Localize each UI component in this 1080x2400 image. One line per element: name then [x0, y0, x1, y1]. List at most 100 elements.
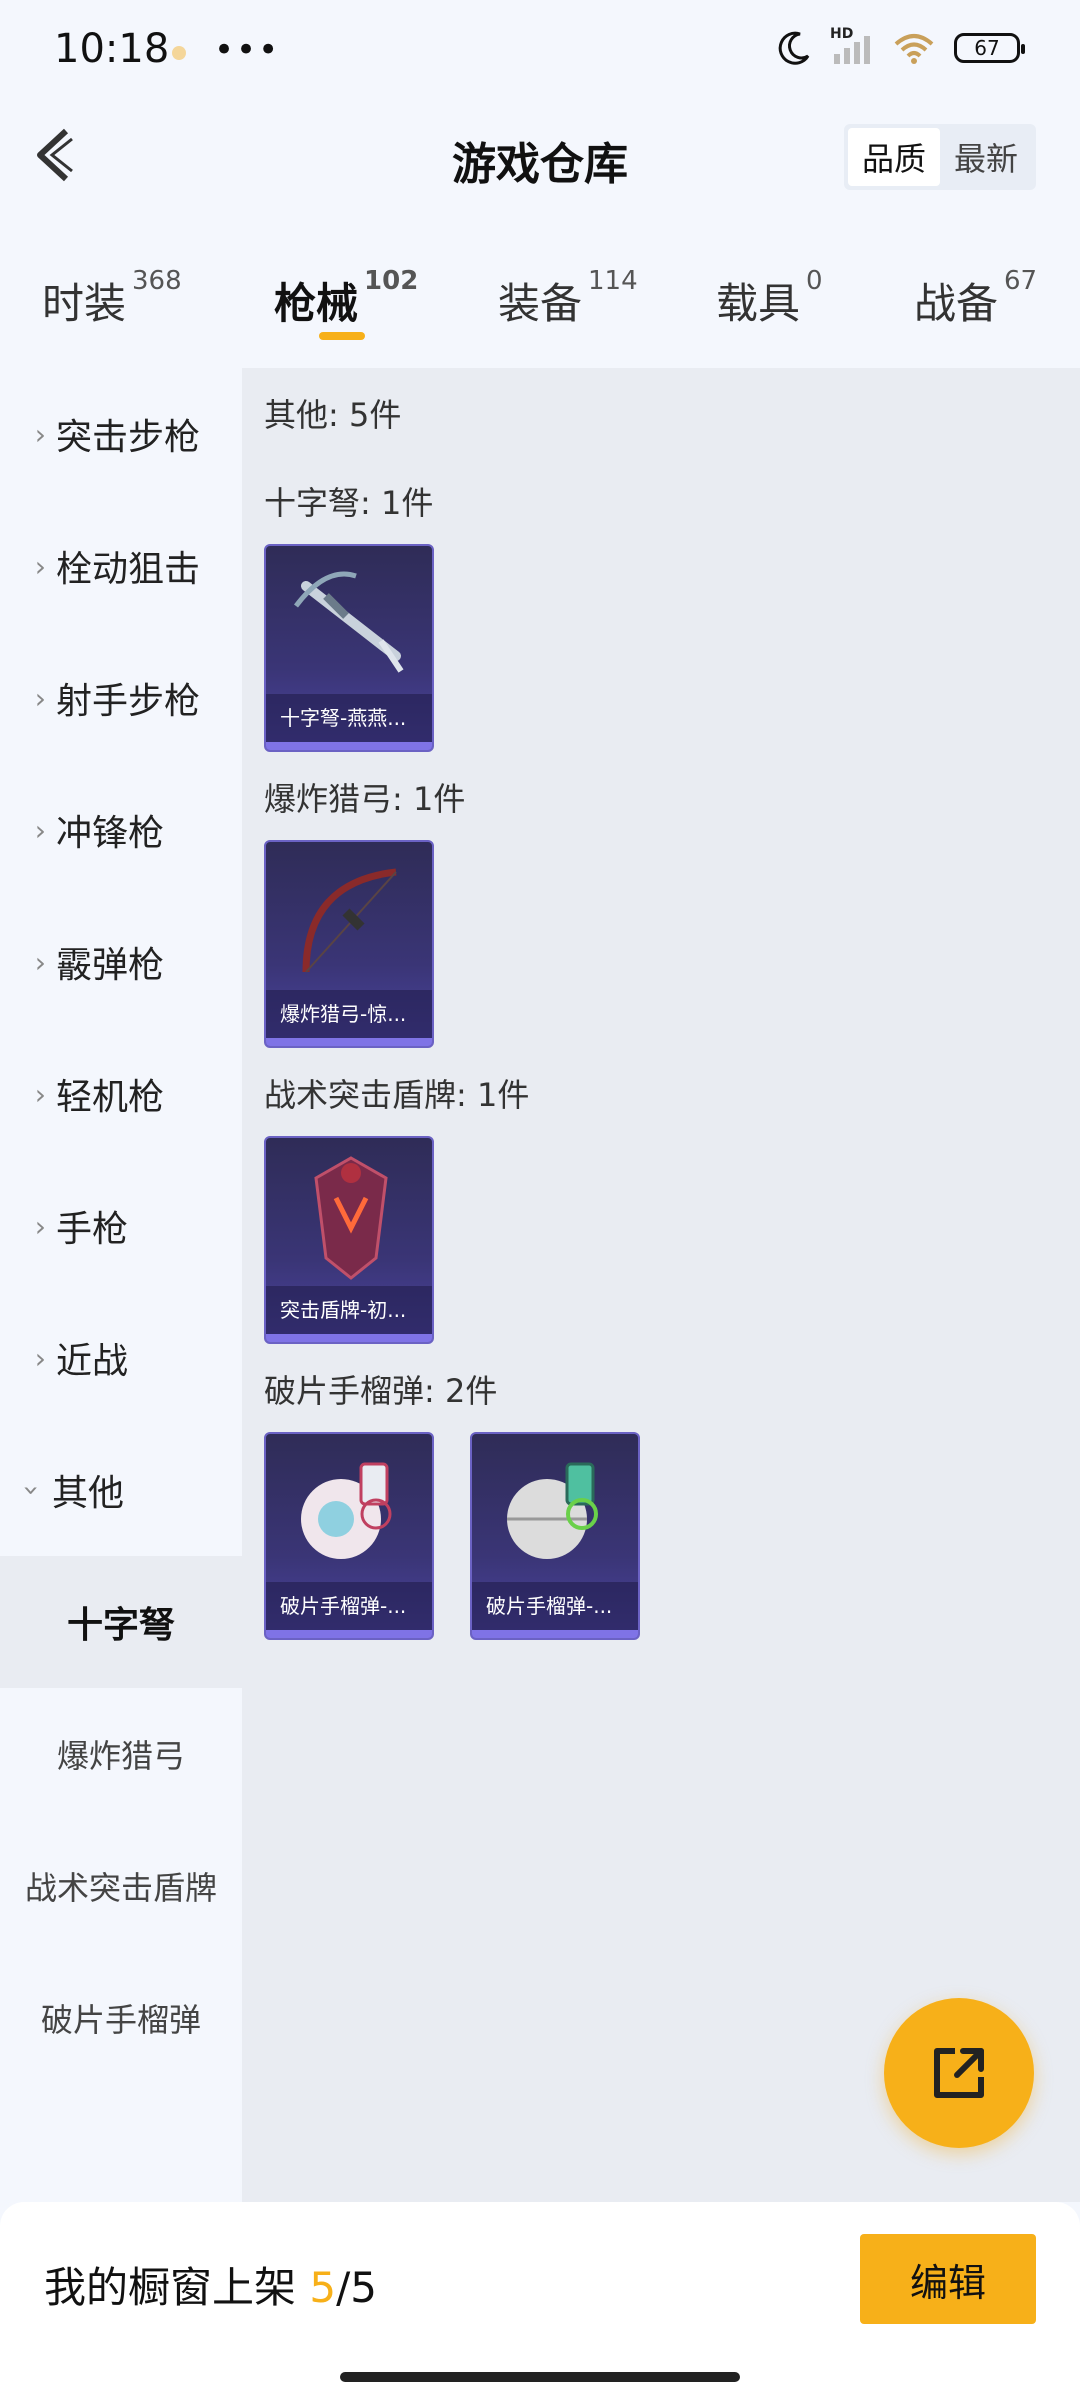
sidebar-subitem-frag-grenade[interactable]: 破片手榴弹: [0, 1952, 242, 2084]
sidebar-item-other[interactable]: › 其他: [0, 1424, 242, 1556]
status-bar: 10:18 ••• HD 67: [0, 0, 1080, 110]
sidebar: › 突击步枪 › 栓动狙击 › 射手步枪 › 冲锋枪 › 霰弹枪 › 轻机枪 › 手枪 › 近战…: [0, 368, 242, 2202]
category-tabs: 时装 368 枪械 102 装备 114 载具 0 战备 67: [0, 250, 1080, 360]
summary-label: 其他: 5件: [264, 396, 402, 434]
sidebar-item-melee[interactable]: › 近战: [0, 1292, 242, 1424]
tab-label: 枪械: [274, 279, 359, 328]
sidebar-item-assault-rifle[interactable]: › 突击步枪: [0, 368, 242, 500]
item-card[interactable]: 破片手榴弹-...: [470, 1432, 640, 1640]
chevron-right-icon: ›: [34, 1209, 46, 1243]
tab-equipment[interactable]: 装备 114: [498, 266, 638, 331]
notification-dot: [172, 46, 186, 60]
tab-count: 67: [1004, 266, 1038, 296]
share-export-icon: [934, 2048, 984, 2098]
item-name: 十字弩-燕燕...: [266, 694, 432, 742]
tab-count: 114: [588, 266, 638, 296]
bow-icon: [302, 868, 397, 973]
rarity-bar: [266, 1334, 432, 1342]
rarity-bar: [266, 742, 432, 750]
chevron-right-icon: ›: [34, 549, 46, 583]
sort-option-quality[interactable]: 品质: [848, 128, 940, 186]
tab-vehicles[interactable]: 载具 0: [716, 266, 823, 331]
chevron-right-icon: ›: [34, 681, 46, 715]
shield-icon: [314, 1156, 388, 1280]
sort-option-latest[interactable]: 最新: [940, 128, 1032, 186]
tab-firearms[interactable]: 枪械 102: [274, 266, 418, 331]
tab-fashion[interactable]: 时装 368: [42, 266, 182, 331]
group-label: 十字弩: 1件: [264, 484, 434, 522]
item-name: 爆炸猎弓-惊...: [266, 990, 432, 1038]
sidebar-item-label: 突击步枪: [56, 417, 201, 458]
sidebar-item-label: 射手步枪: [56, 681, 201, 722]
tab-label: 时装: [42, 279, 127, 328]
edit-button[interactable]: 编辑: [860, 2234, 1036, 2324]
sidebar-item-label: 轻机枪: [56, 1077, 165, 1118]
chevron-right-icon: ›: [34, 1077, 46, 1111]
tab-label: 装备: [498, 279, 583, 328]
group-label: 战术突击盾牌: 1件: [264, 1076, 530, 1114]
item-card[interactable]: 爆炸猎弓-惊...: [264, 840, 434, 1048]
sidebar-item-label: 栓动狙击: [56, 549, 201, 590]
chevron-right-icon: ›: [34, 1341, 46, 1375]
group-label: 爆炸猎弓: 1件: [264, 780, 466, 818]
showcase-total: /5: [336, 2263, 377, 2312]
item-name: 破片手榴弹-...: [472, 1582, 638, 1630]
item-card[interactable]: 突击盾牌-初...: [264, 1136, 434, 1344]
sidebar-item-shotgun[interactable]: › 霰弹枪: [0, 896, 242, 1028]
sidebar-subitem-explosive-bow[interactable]: 爆炸猎弓: [0, 1688, 242, 1820]
sidebar-subitem-label: 战术突击盾牌: [24, 1869, 217, 1907]
showcase-status: 我的橱窗上架 5/5: [44, 2254, 377, 2315]
sidebar-item-lmg[interactable]: › 轻机枪: [0, 1028, 242, 1160]
sidebar-subitem-assault-shield[interactable]: 战术突击盾牌: [0, 1820, 242, 1952]
tab-label: 战备: [914, 279, 999, 328]
sidebar-item-marksman-rifle[interactable]: › 射手步枪: [0, 632, 242, 764]
rarity-bar: [266, 1630, 432, 1638]
grenade-icon: [507, 1462, 598, 1559]
tab-count: 102: [364, 266, 419, 296]
sidebar-subitem-crossbow[interactable]: 十字弩: [0, 1556, 242, 1688]
item-card[interactable]: 十字弩-燕燕...: [264, 544, 434, 752]
chevron-right-icon: ›: [34, 417, 46, 451]
tab-count: 368: [132, 266, 182, 296]
sidebar-subitem-label: 破片手榴弹: [40, 2001, 201, 2039]
tab-label: 载具: [716, 279, 801, 328]
battery-level: 67: [974, 36, 1000, 60]
battery-icon: 67: [954, 33, 1025, 63]
chevron-down-icon: ›: [15, 1484, 49, 1496]
sort-toggle: 品质 最新: [844, 124, 1036, 190]
bottom-bar: 我的橱窗上架 5/5 编辑: [0, 2202, 1080, 2400]
group-label: 破片手榴弹: 2件: [264, 1372, 498, 1410]
tab-combat-prep[interactable]: 战备 67: [914, 266, 1037, 331]
item-name: 破片手榴弹-...: [266, 1582, 432, 1630]
sidebar-item-label: 手枪: [56, 1209, 129, 1250]
sidebar-item-label: 其他: [52, 1473, 125, 1514]
sidebar-subitem-label: 十字弩: [66, 1605, 175, 1646]
tab-count: 0: [806, 266, 823, 296]
status-time: 10:18: [54, 26, 170, 72]
moon-icon: [778, 31, 810, 65]
item-card[interactable]: 破片手榴弹-...: [264, 1432, 434, 1640]
sidebar-item-label: 近战: [56, 1341, 129, 1382]
grenade-icon: [301, 1462, 392, 1559]
chevron-right-icon: ›: [34, 813, 46, 847]
sidebar-item-label: 霰弹枪: [56, 945, 165, 986]
home-indicator: [340, 2372, 740, 2382]
showcase-label: 我的橱窗上架: [44, 2263, 297, 2312]
more-notifications-icon: •••: [214, 30, 281, 70]
item-name: 突击盾牌-初...: [266, 1286, 432, 1334]
sidebar-item-smg[interactable]: › 冲锋枪: [0, 764, 242, 896]
signal-icon: HD: [830, 26, 874, 66]
wifi-icon: [894, 34, 934, 64]
active-tab-indicator: [319, 332, 365, 340]
share-button[interactable]: [884, 1998, 1034, 2148]
sidebar-item-pistol[interactable]: › 手枪: [0, 1160, 242, 1292]
crossbow-icon: [294, 571, 404, 673]
sidebar-subitem-label: 爆炸猎弓: [56, 1737, 185, 1775]
sidebar-item-label: 冲锋枪: [56, 813, 165, 854]
item-grid-panel: 其他: 5件 十字弩: 1件 十字弩-燕燕... 爆炸猎弓: 1件 爆炸猎弓-惊…: [242, 368, 1080, 2202]
status-icons: HD 67: [776, 26, 1025, 66]
chevron-right-icon: ›: [34, 945, 46, 979]
sidebar-item-bolt-sniper[interactable]: › 栓动狙击: [0, 500, 242, 632]
showcase-count: 5: [309, 2263, 337, 2312]
rarity-bar: [266, 1038, 432, 1046]
